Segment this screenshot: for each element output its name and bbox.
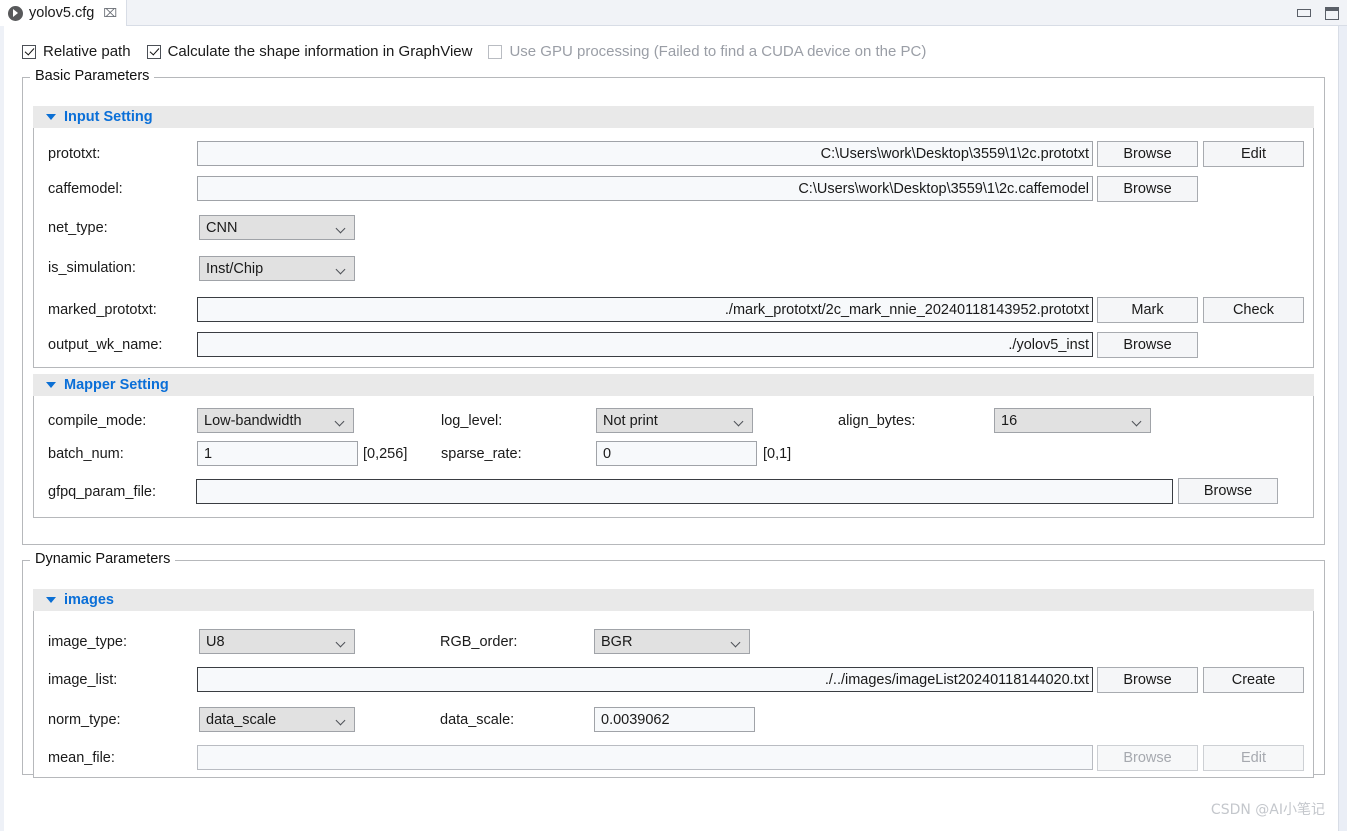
basic-parameters-legend: Basic Parameters xyxy=(30,68,155,84)
tab-yolov5-cfg[interactable]: yolov5.cfg ⌧ xyxy=(0,0,128,26)
range-batch-num: [0,256] xyxy=(363,446,408,462)
label-data-scale: data_scale: xyxy=(440,712,515,728)
label-norm-type: norm_type: xyxy=(48,712,121,728)
chevron-down-icon xyxy=(337,225,345,233)
close-icon[interactable]: ⌧ xyxy=(103,7,117,19)
select-image-type[interactable]: U8 xyxy=(199,629,355,654)
input-image-list[interactable]: ./../images/imageList20240118144020.txt xyxy=(197,667,1093,692)
chevron-down-icon xyxy=(337,266,345,274)
label-gfpq-param-file: gfpq_param_file: xyxy=(48,484,157,500)
select-compile-mode[interactable]: Low-bandwidth xyxy=(197,408,354,433)
label-image-list: image_list: xyxy=(48,672,118,688)
button-output-wk-name-browse[interactable]: Browse xyxy=(1097,332,1198,358)
top-options-row: Relative path Calculate the shape inform… xyxy=(22,43,942,60)
relative-path-label: Relative path xyxy=(43,43,131,60)
checkbox-use-gpu: Use GPU processing (Failed to find a CUD… xyxy=(488,43,926,60)
window-tab-bar: yolov5.cfg ⌧ xyxy=(0,0,1347,26)
input-data-scale[interactable]: 0.0039062 xyxy=(594,707,755,732)
select-is-simulation[interactable]: Inst/Chip xyxy=(199,256,355,281)
select-norm-type[interactable]: data_scale xyxy=(199,707,355,732)
watermark: CSDN @AI小笔记 xyxy=(1210,802,1325,818)
chevron-down-icon xyxy=(735,418,743,426)
input-gfpq-param-file[interactable] xyxy=(196,479,1173,504)
label-output-wk-name: output_wk_name: xyxy=(48,337,163,353)
collapse-triangle-icon[interactable] xyxy=(46,382,56,388)
net-type-value: CNN xyxy=(206,219,238,236)
section-header-input-setting[interactable]: Input Setting xyxy=(33,106,1314,128)
use-gpu-checkbox-icon xyxy=(488,44,503,59)
compile-mode-value: Low-bandwidth xyxy=(204,412,302,429)
input-batch-num[interactable]: 1 xyxy=(197,441,358,466)
button-mean-file-edit: Edit xyxy=(1203,745,1304,771)
label-mean-file: mean_file: xyxy=(48,750,115,766)
button-caffemodel-browse[interactable]: Browse xyxy=(1097,176,1198,202)
collapse-triangle-icon[interactable] xyxy=(46,597,56,603)
label-sparse-rate: sparse_rate: xyxy=(441,446,522,462)
mapper-setting-title: Mapper Setting xyxy=(64,377,169,393)
checkbox-relative-path[interactable]: Relative path xyxy=(22,43,131,60)
relative-path-checkbox-icon[interactable] xyxy=(22,44,36,59)
button-prototxt-browse[interactable]: Browse xyxy=(1097,141,1198,167)
calculate-shape-label: Calculate the shape information in Graph… xyxy=(167,43,473,60)
label-image-type: image_type: xyxy=(48,634,127,650)
minimize-icon[interactable] xyxy=(1297,9,1311,17)
input-sparse-rate[interactable]: 0 xyxy=(596,441,757,466)
window-right-edge xyxy=(1338,26,1347,831)
label-prototxt: prototxt: xyxy=(48,146,101,162)
label-align-bytes: align_bytes: xyxy=(838,413,916,429)
input-prototxt[interactable]: C:\Users\work\Desktop\3559\1\2c.prototxt xyxy=(197,141,1093,166)
chevron-down-icon xyxy=(337,639,345,647)
chevron-down-icon xyxy=(1133,418,1141,426)
collapse-triangle-icon[interactable] xyxy=(46,114,56,120)
label-compile-mode: compile_mode: xyxy=(48,413,147,429)
label-rgb-order: RGB_order: xyxy=(440,634,518,650)
input-caffemodel[interactable]: C:\Users\work\Desktop\3559\1\2c.caffemod… xyxy=(197,176,1093,201)
button-mark[interactable]: Mark xyxy=(1097,297,1198,323)
tab-label: yolov5.cfg xyxy=(29,5,95,21)
calculate-shape-checkbox-icon[interactable] xyxy=(146,44,161,59)
dynamic-parameters-legend: Dynamic Parameters xyxy=(30,551,176,567)
range-sparse-rate: [0,1] xyxy=(763,446,792,462)
chevron-down-icon xyxy=(337,717,345,725)
rgb-order-value: BGR xyxy=(601,633,633,650)
select-align-bytes[interactable]: 16 xyxy=(994,408,1151,433)
chevron-down-icon xyxy=(336,418,344,426)
button-image-list-browse[interactable]: Browse xyxy=(1097,667,1198,693)
section-header-images[interactable]: images xyxy=(33,589,1314,611)
config-file-icon xyxy=(8,5,23,21)
button-image-list-create[interactable]: Create xyxy=(1203,667,1304,693)
maximize-icon[interactable] xyxy=(1325,6,1339,20)
norm-type-value: data_scale xyxy=(206,711,277,728)
select-log-level[interactable]: Not print xyxy=(596,408,753,433)
label-caffemodel: caffemodel: xyxy=(48,181,123,197)
window-left-edge xyxy=(0,26,4,831)
input-output-wk-name[interactable]: ./yolov5_inst xyxy=(197,332,1093,357)
label-is-simulation: is_simulation: xyxy=(48,260,136,276)
label-log-level: log_level: xyxy=(441,413,503,429)
use-gpu-label: Use GPU processing (Failed to find a CUD… xyxy=(509,43,927,60)
is-simulation-value: Inst/Chip xyxy=(206,260,264,277)
section-header-mapper-setting[interactable]: Mapper Setting xyxy=(33,374,1314,396)
button-check[interactable]: Check xyxy=(1203,297,1304,323)
select-net-type[interactable]: CNN xyxy=(199,215,355,240)
button-mean-file-browse: Browse xyxy=(1097,745,1198,771)
image-type-value: U8 xyxy=(206,633,225,650)
input-mean-file xyxy=(197,745,1093,770)
button-prototxt-edit[interactable]: Edit xyxy=(1203,141,1304,167)
button-gfpq-param-file-browse[interactable]: Browse xyxy=(1178,478,1278,504)
chevron-down-icon xyxy=(732,639,740,647)
checkbox-calculate-shape[interactable]: Calculate the shape information in Graph… xyxy=(146,43,473,60)
select-rgb-order[interactable]: BGR xyxy=(594,629,750,654)
label-marked-prototxt: marked_prototxt: xyxy=(48,302,157,318)
window-controls xyxy=(1297,0,1339,26)
images-title: images xyxy=(64,592,114,608)
align-bytes-value: 16 xyxy=(1001,412,1018,429)
label-batch-num: batch_num: xyxy=(48,446,124,462)
label-net-type: net_type: xyxy=(48,220,108,236)
log-level-value: Not print xyxy=(603,412,658,429)
input-marked-prototxt[interactable]: ./mark_prototxt/2c_mark_nnie_20240118143… xyxy=(197,297,1093,322)
input-setting-title: Input Setting xyxy=(64,109,153,125)
